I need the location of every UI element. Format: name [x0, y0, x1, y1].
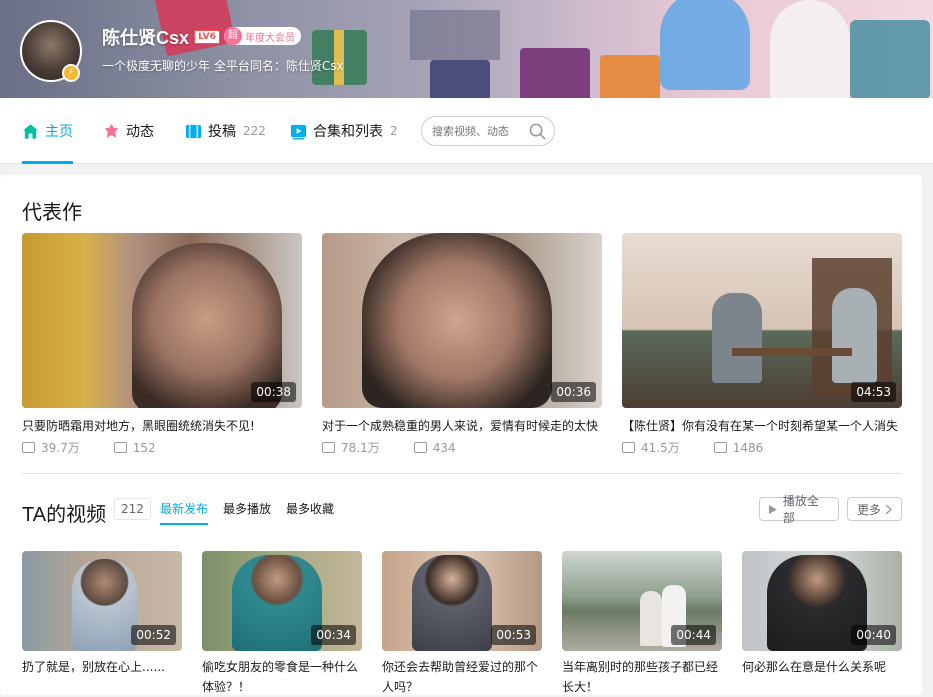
video-stats: 39.7万 152 [22, 439, 156, 456]
section-divider [22, 473, 902, 474]
video-thumbnail[interactable]: 00:53 [382, 551, 542, 651]
search-input[interactable] [432, 123, 528, 139]
vip-badge[interactable]: 超 年度大会员 [224, 27, 301, 45]
tab-home[interactable]: 主页 [22, 98, 73, 164]
danmaku-icon [113, 442, 127, 453]
rep-video-card[interactable]: 00:36 对于一个成熟稳重的男人来说，爱情有时候走的太快 78.1万 434 [322, 233, 602, 455]
video-card[interactable]: 00:53 你还会去帮助曾经爱过的那个人吗？ [382, 551, 542, 694]
danmaku-icon [413, 442, 427, 453]
video-title[interactable]: 扔了就是，别放在心上...... [22, 657, 182, 677]
videos-heading: TA的视频 [22, 504, 107, 526]
video-title[interactable]: 【陈仕贤】你有没有在某一个时刻希望某一个人消失 [622, 417, 902, 434]
collections-icon [290, 124, 307, 140]
username[interactable]: 陈仕贤Csx [102, 24, 189, 50]
video-thumbnail[interactable]: 00:38 [22, 233, 302, 408]
video-thumbnail[interactable]: 04:53 [622, 233, 902, 408]
videos-count: 212 [114, 498, 151, 520]
more-label: 更多 [856, 502, 881, 517]
video-duration: 00:38 [251, 382, 296, 402]
search-icon[interactable] [529, 123, 546, 140]
tab-dynamic-label: 动态 [126, 124, 154, 140]
video-thumbnail[interactable]: 00:36 [322, 233, 602, 408]
video-duration: 00:53 [491, 625, 536, 645]
video-card[interactable]: 00:40 何必那么在意是什么关系呢 [742, 551, 902, 674]
tab-uploads[interactable]: 投稿 222 [185, 98, 266, 164]
tab-uploads-label: 投稿 [208, 124, 236, 140]
tab-uploads-count: 222 [243, 124, 266, 138]
play-icon [768, 504, 777, 514]
more-button[interactable]: 更多 [847, 497, 902, 521]
vip-label: 年度大会员 [245, 32, 295, 44]
rep-video-card[interactable]: 00:38 只要防晒霜用对地方，黑眼圈统统消失不见! 39.7万 152 [22, 233, 302, 455]
danmaku-count: 434 [432, 440, 456, 455]
video-title[interactable]: 你还会去帮助曾经爱过的那个人吗？ [382, 657, 542, 697]
dynamic-icon [104, 123, 119, 138]
play-all-button[interactable]: 播放全部 [759, 494, 839, 525]
sort-most-played[interactable]: 最多播放 [223, 500, 271, 517]
video-duration: 04:53 [851, 382, 896, 402]
video-title[interactable]: 偷吃女朋友的零食是一种什么体验？！ [202, 657, 362, 697]
tab-home-label: 主页 [45, 124, 73, 140]
sort-most-favorited[interactable]: 最多收藏 [286, 500, 334, 517]
chevron-right-icon [885, 504, 892, 514]
video-title[interactable]: 何必那么在意是什么关系呢 [742, 657, 902, 677]
vip-icon: 超 [224, 27, 242, 45]
danmaku-icon [713, 442, 727, 453]
video-stats: 78.1万 434 [322, 439, 456, 456]
video-duration: 00:44 [671, 625, 716, 645]
danmaku-count: 152 [132, 440, 156, 455]
video-duration: 00:40 [851, 625, 896, 645]
video-duration: 00:52 [131, 625, 176, 645]
video-thumbnail[interactable]: 00:44 [562, 551, 722, 651]
video-card[interactable]: 00:34 偷吃女朋友的零食是一种什么体验？！ [202, 551, 362, 694]
danmaku-count: 1486 [732, 440, 764, 455]
play-all-label: 播放全部 [782, 494, 819, 525]
video-thumbnail[interactable]: 00:34 [202, 551, 362, 651]
tab-collections[interactable]: 合集和列表 2 [290, 98, 398, 164]
video-card[interactable]: 00:52 扔了就是，别放在心上...... [22, 551, 182, 674]
sort-newest[interactable]: 最新发布 [160, 500, 209, 525]
video-title[interactable]: 只要防晒霜用对地方，黑眼圈统统消失不见! [22, 417, 302, 434]
rep-video-card[interactable]: 04:53 【陈仕贤】你有没有在某一个时刻希望某一个人消失 41.5万 1486 [622, 233, 902, 455]
video-title[interactable]: 当年离别时的那些孩子都已经长大！ [562, 657, 722, 697]
play-count-icon [622, 442, 635, 453]
video-duration: 00:36 [551, 382, 596, 402]
video-thumbnail[interactable]: 00:52 [22, 551, 182, 651]
level-badge: LV6 [194, 30, 220, 44]
user-signature: 一个极度无聊的少年 全平台同名：陈仕贤Csx [102, 59, 344, 73]
video-duration: 00:34 [311, 625, 356, 645]
uploads-icon [185, 124, 202, 138]
play-count-icon [322, 442, 335, 453]
video-thumbnail[interactable]: 00:40 [742, 551, 902, 651]
tab-collections-count: 2 [390, 124, 398, 138]
video-card[interactable]: 00:44 当年离别时的那些孩子都已经长大！ [562, 551, 722, 694]
tab-collections-label: 合集和列表 [313, 124, 383, 140]
video-stats: 41.5万 1486 [622, 439, 763, 456]
search-box [421, 116, 555, 146]
verified-badge-icon: ⚡ [62, 64, 80, 82]
tab-dynamic[interactable]: 动态 [103, 98, 154, 164]
play-count: 39.7万 [41, 441, 80, 455]
representative-heading: 代表作 [22, 202, 82, 224]
play-count-icon [22, 442, 35, 453]
video-title[interactable]: 对于一个成熟稳重的男人来说，爱情有时候走的太快 [322, 417, 602, 434]
home-icon [22, 123, 39, 139]
play-count: 41.5万 [641, 441, 680, 455]
play-count: 78.1万 [341, 441, 380, 455]
